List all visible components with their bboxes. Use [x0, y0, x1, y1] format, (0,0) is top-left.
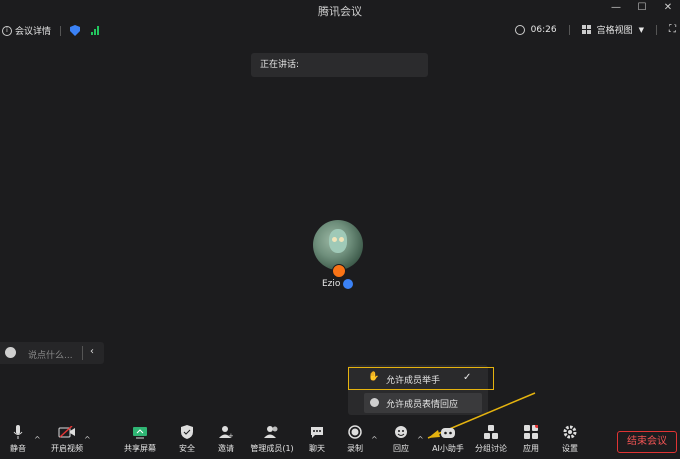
share-screen-label: 共享屏幕: [124, 444, 156, 453]
breakout-button[interactable]: 分组讨论: [474, 424, 508, 454]
invite-user-icon: +: [214, 424, 238, 440]
svg-text:+: +: [228, 432, 233, 439]
chat-button[interactable]: 聊天: [306, 424, 328, 454]
apps-label: 应用: [523, 444, 539, 453]
camera-off-icon: [48, 424, 86, 440]
reactions-button[interactable]: 回应: [390, 424, 412, 454]
record-label: 录制: [347, 444, 363, 453]
breakout-rooms-icon: [474, 424, 508, 440]
security-shield-icon: [176, 424, 198, 440]
manage-members-label: 管理成员(1): [250, 444, 294, 453]
start-video-button[interactable]: 开启视频: [48, 424, 86, 454]
reaction-emoji-icon: [390, 424, 412, 440]
members-icon: [248, 424, 296, 440]
start-video-label: 开启视频: [51, 444, 83, 453]
invite-label: 邀请: [218, 444, 234, 453]
apps-button[interactable]: 应用: [520, 424, 542, 454]
microphone-icon: [6, 424, 30, 440]
reactions-label: 回应: [393, 444, 409, 453]
chevron-up-icon[interactable]: ^: [417, 435, 424, 444]
security-button[interactable]: 安全: [176, 424, 198, 454]
annotation-arrow: [427, 392, 536, 439]
share-screen-button[interactable]: 共享屏幕: [124, 424, 156, 454]
manage-members-button[interactable]: 管理成员(1): [248, 424, 296, 454]
ai-assistant-button[interactable]: AI小助手: [430, 424, 466, 454]
settings-button[interactable]: 设置: [559, 424, 581, 454]
ai-robot-icon: [430, 424, 466, 440]
settings-label: 设置: [562, 444, 578, 453]
chat-label: 聊天: [309, 444, 325, 453]
gear-icon: [559, 424, 581, 440]
chevron-up-icon[interactable]: ^: [371, 435, 378, 444]
ai-assistant-label: AI小助手: [432, 444, 464, 453]
chevron-up-icon[interactable]: ^: [84, 435, 91, 444]
apps-grid-icon: [520, 424, 542, 440]
mute-button[interactable]: 静音: [6, 424, 30, 454]
security-label: 安全: [179, 444, 195, 453]
record-button[interactable]: 录制: [344, 424, 366, 454]
share-screen-icon: [124, 424, 156, 440]
record-icon: [344, 424, 366, 440]
breakout-label: 分组讨论: [475, 444, 507, 453]
mute-label: 静音: [10, 444, 26, 453]
end-meeting-button[interactable]: 结束会议: [617, 431, 677, 453]
chevron-up-icon[interactable]: ^: [34, 435, 41, 444]
meeting-toolbar: 静音 ^ 开启视频 ^ 共享屏幕 安全 + 邀请 管理成员(1) 聊天 录制 ^…: [0, 424, 680, 459]
invite-button[interactable]: + 邀请: [214, 424, 238, 454]
chat-bubble-icon: [306, 424, 328, 440]
